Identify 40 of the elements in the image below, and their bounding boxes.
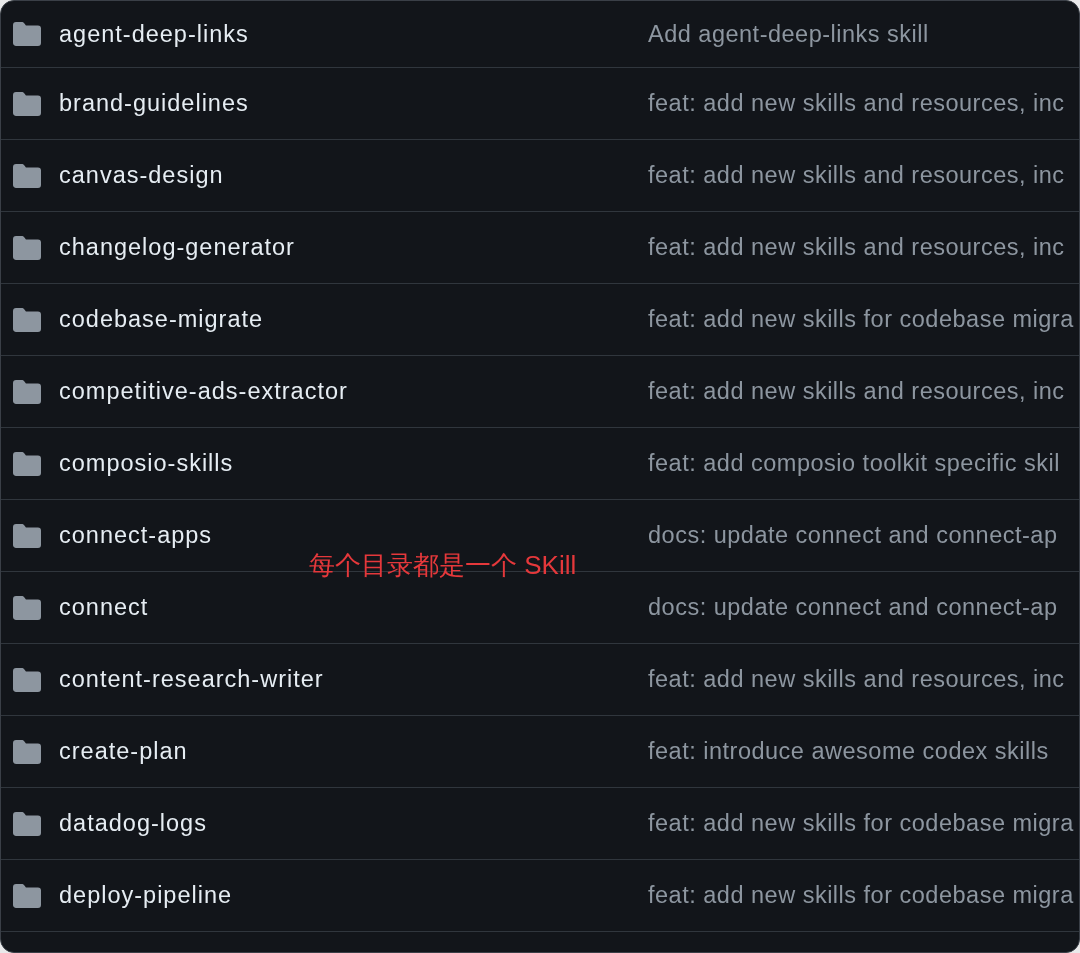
folder-name-link[interactable]: connect [59,594,648,621]
folder-name-link[interactable]: content-research-writer [59,666,648,693]
folder-icon [13,739,41,764]
annotation-text: 每个目录都是一个 SKill [309,549,577,582]
folder-name-link[interactable]: connect-apps [59,522,648,549]
commit-message-link[interactable]: feat: add new skills and resources, inc [648,666,1065,693]
folder-name-link[interactable]: datadog-logs [59,810,648,837]
folder-icon [13,91,41,116]
commit-message-link[interactable]: Add agent-deep-links skill [648,20,929,48]
folder-name-link[interactable]: create-plan [59,738,648,765]
folder-icon [13,379,41,404]
commit-message-link[interactable]: feat: add new skills and resources, inc [648,90,1065,117]
folder-name-link[interactable]: competitive-ads-extractor [59,378,648,405]
folder-name-link[interactable]: deploy-pipeline [59,882,648,909]
folder-name-link[interactable]: brand-guidelines [59,90,648,117]
commit-message-link[interactable]: docs: update connect and connect-ap [648,594,1058,621]
commit-message-link[interactable]: docs: update connect and connect-ap [648,522,1058,549]
folder-icon [13,22,41,46]
folder-name-link[interactable]: changelog-generator [59,234,648,261]
commit-message-link[interactable]: feat: add composio toolkit specific skil [648,450,1060,477]
folder-icon [13,451,41,476]
folder-name-link[interactable]: agent-deep-links [59,20,648,48]
commit-message-link[interactable]: feat: add new skills and resources, inc [648,162,1065,189]
commit-message-link[interactable]: feat: add new skills for codebase migra [648,810,1074,837]
folder-icon [13,523,41,548]
folder-name-link[interactable]: composio-skills [59,450,648,477]
folder-name-link[interactable]: canvas-design [59,162,648,189]
folder-icon [13,667,41,692]
folder-icon [13,307,41,332]
commit-message-link[interactable]: feat: add new skills and resources, inc [648,378,1065,405]
folder-icon [13,163,41,188]
folder-icon [13,235,41,260]
commit-message-link[interactable]: feat: add new skills and resources, inc [648,234,1065,261]
folder-icon [13,883,41,908]
commit-message-link[interactable]: feat: add new skills for codebase migra [648,306,1074,333]
commit-message-link[interactable]: feat: add new skills for codebase migra [648,882,1074,909]
commit-message-link[interactable]: feat: introduce awesome codex skills [648,738,1049,765]
folder-icon [13,595,41,620]
folder-icon [13,811,41,836]
folder-name-link[interactable]: codebase-migrate [59,306,648,333]
